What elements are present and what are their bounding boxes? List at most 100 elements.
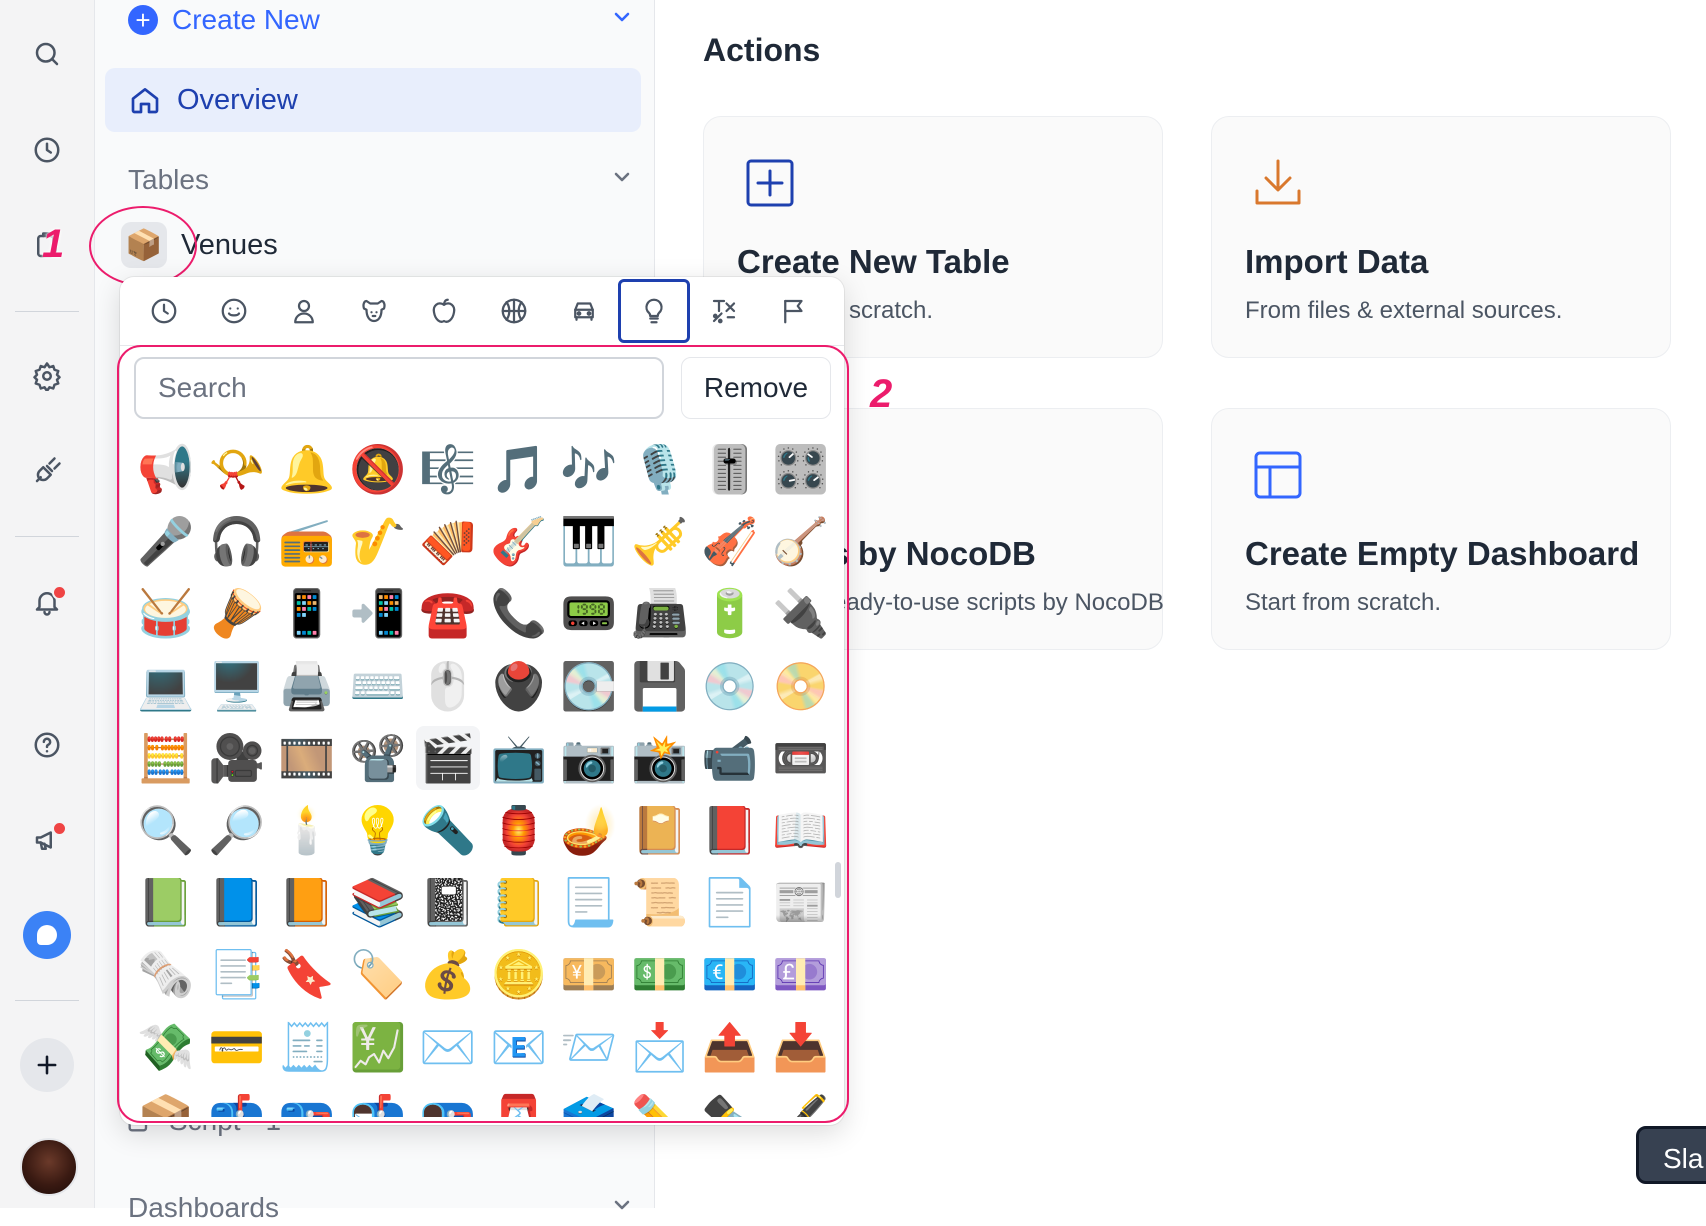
emoji-item[interactable]: 🗳️ (557, 1087, 621, 1117)
emoji-item[interactable]: 🎻 (698, 509, 762, 573)
emoji-item[interactable]: 🏮 (487, 798, 551, 862)
emoji-item[interactable]: 📕 (698, 798, 762, 862)
emoji-item[interactable]: 🎷 (346, 509, 410, 573)
clock-icon[interactable] (20, 123, 74, 177)
emoji-item[interactable]: 📙 (275, 870, 339, 934)
emoji-item[interactable]: 📢 (134, 437, 198, 501)
emoji-item[interactable]: 🔕 (346, 437, 410, 501)
emoji-item[interactable]: 📸 (628, 726, 692, 790)
emoji-item[interactable]: 📩 (628, 1015, 692, 1079)
emoji-item[interactable]: 🔋 (698, 581, 762, 645)
emoji-item[interactable]: 🔍 (134, 798, 198, 862)
chat-icon[interactable] (23, 911, 71, 959)
emoji-item[interactable]: 🎼 (416, 437, 480, 501)
emoji-item[interactable]: 🎺 (628, 509, 692, 573)
activities-category-icon[interactable] (484, 283, 544, 339)
emoji-item[interactable]: ✉️ (416, 1015, 480, 1079)
emoji-item[interactable]: 🔌 (769, 581, 833, 645)
create-new-button[interactable]: + Create New (128, 2, 634, 38)
emoji-item[interactable]: 🎹 (557, 509, 621, 573)
emoji-item[interactable]: 📫 (205, 1087, 269, 1117)
import-data-card[interactable]: Import Data From files & external source… (1211, 116, 1671, 358)
emoji-item[interactable]: 📥 (769, 1015, 833, 1079)
remove-button[interactable]: Remove (681, 357, 831, 419)
emoji-item[interactable]: 🪙 (487, 942, 551, 1006)
emoji-item[interactable]: 📑 (205, 942, 269, 1006)
emoji-item[interactable]: 📤 (698, 1015, 762, 1079)
emoji-item[interactable]: 🎙️ (628, 437, 692, 501)
emoji-item[interactable]: 📄 (698, 870, 762, 934)
emoji-item[interactable]: 🕯️ (275, 798, 339, 862)
emoji-item[interactable]: 🔎 (205, 798, 269, 862)
emoji-item[interactable]: 📖 (769, 798, 833, 862)
help-icon[interactable] (20, 718, 74, 772)
emoji-item[interactable]: 🪕 (769, 509, 833, 573)
animals-category-icon[interactable] (344, 283, 404, 339)
emoji-item[interactable]: 🖨️ (275, 654, 339, 718)
emoji-item[interactable]: 📯 (205, 437, 269, 501)
emoji-item[interactable]: 🗞️ (134, 942, 198, 1006)
emoji-item[interactable]: 📒 (487, 870, 551, 934)
emoji-search-input[interactable] (134, 357, 664, 419)
emoji-item[interactable]: 📘 (205, 870, 269, 934)
emoji-item[interactable]: 🎚️ (698, 437, 762, 501)
scrollbar-thumb[interactable] (835, 862, 841, 898)
dashboards-section-header[interactable]: Dashboards (128, 1190, 634, 1226)
emoji-item[interactable]: 📓 (416, 870, 480, 934)
emoji-item[interactable]: 📲 (346, 581, 410, 645)
search-icon[interactable] (20, 27, 74, 81)
emoji-item[interactable]: 🎬 (416, 726, 480, 790)
emoji-item[interactable]: 💿 (698, 654, 762, 718)
flags-category-icon[interactable] (764, 283, 824, 339)
emoji-item[interactable]: 📪 (275, 1087, 339, 1117)
emoji-item[interactable]: 🧮 (134, 726, 198, 790)
emoji-item[interactable]: 📬 (346, 1087, 410, 1117)
emoji-item[interactable]: 📷 (557, 726, 621, 790)
emoji-item[interactable]: 📔 (628, 798, 692, 862)
emoji-item[interactable]: 📽️ (346, 726, 410, 790)
emoji-item[interactable]: 📭 (416, 1087, 480, 1117)
bell-icon[interactable] (20, 575, 74, 629)
emoji-item[interactable]: 🎤 (134, 509, 198, 573)
emoji-item[interactable]: 🏷️ (346, 942, 410, 1006)
emoji-item[interactable]: 📗 (134, 870, 198, 934)
emoji-item[interactable]: 💸 (134, 1015, 198, 1079)
emoji-item[interactable]: 🎛️ (769, 437, 833, 501)
recent-category-icon[interactable] (134, 283, 194, 339)
emoji-item[interactable]: 🖥️ (205, 654, 269, 718)
megaphone-icon[interactable] (20, 813, 74, 867)
emoji-item[interactable]: ✒️ (698, 1087, 762, 1117)
symbols-category-icon[interactable] (694, 283, 754, 339)
objects-category-icon[interactable] (618, 279, 690, 343)
emoji-item[interactable]: 💳 (205, 1015, 269, 1079)
emoji-item[interactable]: 🎧 (205, 509, 269, 573)
emoji-item[interactable]: 💡 (346, 798, 410, 862)
emoji-item[interactable]: 📮 (487, 1087, 551, 1117)
emoji-item[interactable]: 📼 (769, 726, 833, 790)
emoji-item[interactable]: 🪗 (416, 509, 480, 573)
emoji-item[interactable]: 📦 (134, 1087, 198, 1117)
emoji-item[interactable]: 💴 (557, 942, 621, 1006)
emoji-item[interactable]: 🔔 (275, 437, 339, 501)
emoji-item[interactable]: 🎶 (557, 437, 621, 501)
emoji-item[interactable]: 💻 (134, 654, 198, 718)
emoji-item[interactable]: 🎥 (205, 726, 269, 790)
emoji-item[interactable]: 📺 (487, 726, 551, 790)
emoji-item[interactable]: 💶 (698, 942, 762, 1006)
emoji-item[interactable]: 💷 (769, 942, 833, 1006)
emoji-item[interactable]: 🎸 (487, 509, 551, 573)
emoji-item[interactable]: 📹 (698, 726, 762, 790)
emoji-item[interactable]: 💽 (557, 654, 621, 718)
tables-section-header[interactable]: Tables (128, 162, 634, 198)
emoji-item[interactable]: 🖋️ (769, 1087, 833, 1117)
emoji-item[interactable]: 🎵 (487, 437, 551, 501)
emoji-item[interactable]: 🪔 (557, 798, 621, 862)
emoji-item[interactable]: 📀 (769, 654, 833, 718)
travel-category-icon[interactable] (554, 283, 614, 339)
emoji-item[interactable]: 🎞️ (275, 726, 339, 790)
smileys-category-icon[interactable] (204, 283, 264, 339)
emoji-item[interactable]: 📞 (487, 581, 551, 645)
create-empty-dashboard-card[interactable]: Create Empty Dashboard Start from scratc… (1211, 408, 1671, 650)
emoji-item[interactable]: 📨 (557, 1015, 621, 1079)
emoji-item[interactable]: ✏️ (628, 1087, 692, 1117)
